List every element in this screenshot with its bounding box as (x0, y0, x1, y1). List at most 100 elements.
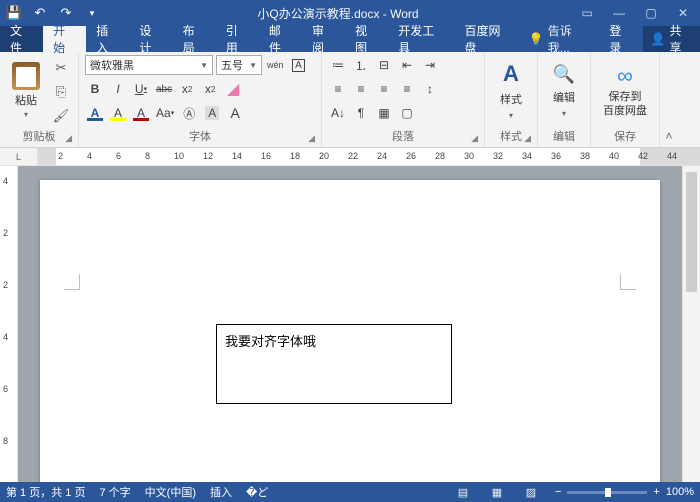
editing-text: 编辑 (553, 89, 575, 105)
tab-mailings[interactable]: 邮件 (259, 26, 302, 52)
char-border-button[interactable]: A (289, 55, 309, 75)
status-language[interactable]: 中文(中国) (145, 484, 196, 500)
dialog-launcher-icon[interactable]: ◢ (524, 133, 531, 144)
multilevel-button[interactable]: ⊟ (374, 55, 394, 75)
dialog-launcher-icon[interactable]: ◢ (308, 133, 315, 144)
status-word-count[interactable]: 7 个字 (99, 484, 130, 500)
share-button[interactable]: 👤共享 (643, 26, 700, 52)
tab-review[interactable]: 审阅 (302, 26, 345, 52)
status-mode[interactable]: 插入 (210, 484, 232, 500)
vertical-scrollbar[interactable] (682, 166, 700, 482)
justify-button[interactable]: ≡ (397, 79, 417, 99)
highlight-button[interactable]: A (108, 103, 128, 123)
change-case-button[interactable]: Aa▾ (154, 103, 176, 123)
tab-layout[interactable]: 布局 (173, 26, 216, 52)
ruler-tick: 14 (232, 151, 242, 161)
show-marks-button[interactable]: ¶ (351, 103, 371, 123)
font-size-combo[interactable]: 五号▼ (216, 55, 262, 75)
align-center-button[interactable]: ≡ (351, 79, 371, 99)
clear-format-button[interactable]: ◢ (223, 79, 243, 99)
underline-button[interactable]: U▾ (131, 79, 151, 99)
grow-font-button[interactable]: A (225, 103, 245, 123)
page[interactable]: 我要对齐字体哦 (40, 180, 660, 482)
font-color-button[interactable]: A (131, 103, 151, 123)
sort-button[interactable]: A↓ (328, 103, 348, 123)
save-to-baidu-button[interactable]: ∞ 保存到百度网盘 (597, 55, 653, 126)
dialog-launcher-icon[interactable]: ◢ (65, 133, 72, 144)
status-extra[interactable]: �ど (246, 484, 268, 500)
zoom-level[interactable]: 100% (666, 486, 694, 498)
tab-home[interactable]: 开始 (43, 26, 86, 52)
bulb-icon: 💡 (529, 32, 544, 46)
strikethrough-button[interactable]: abc (154, 79, 174, 99)
tab-design[interactable]: 设计 (129, 26, 172, 52)
line-spacing-button[interactable]: ↕ (420, 79, 440, 99)
margin-mark-top-left (64, 274, 80, 290)
horizontal-ruler[interactable]: L 24681012141618202224262830323436384042… (0, 148, 700, 166)
share-label: 共享 (670, 22, 692, 56)
superscript-button[interactable]: x2 (200, 79, 220, 99)
undo-button[interactable]: ↶ (30, 3, 50, 23)
minimize-button[interactable]: — (606, 3, 632, 23)
zoom-slider-thumb[interactable] (605, 488, 611, 497)
numbering-button[interactable]: ⒈ (351, 55, 371, 75)
tab-developer[interactable]: 开发工具 (388, 26, 454, 52)
cloud-icon: ∞ (617, 63, 633, 89)
collapse-ribbon-button[interactable]: ˄ (660, 52, 678, 147)
bold-button[interactable]: B (85, 79, 105, 99)
zoom-slider[interactable] (567, 491, 647, 494)
save-button[interactable]: 💾 (4, 3, 24, 23)
qat-more-button[interactable]: ▾ (82, 3, 102, 23)
view-print-button[interactable]: ▦ (487, 485, 507, 499)
ribbon-tabs: 文件 开始 插入 设计 布局 引用 邮件 审阅 视图 开发工具 百度网盘 💡告诉… (0, 26, 700, 52)
paste-button[interactable]: 粘贴 ▾ (6, 62, 46, 119)
zoom-out-button[interactable]: − (555, 486, 561, 498)
group-clipboard: 粘贴 ▾ ✂ ⎘ 🖌 剪贴板◢ (0, 52, 79, 147)
tab-references[interactable]: 引用 (216, 26, 259, 52)
tab-baidu[interactable]: 百度网盘 (455, 26, 521, 52)
cut-button[interactable]: ✂ (50, 58, 72, 78)
find-button[interactable]: 🔍 编辑 ▾ (544, 55, 584, 126)
redo-button[interactable]: ↷ (56, 3, 76, 23)
borders-button[interactable]: ▢ (397, 103, 417, 123)
styles-button[interactable]: A 样式 ▾ (491, 55, 531, 126)
tab-insert[interactable]: 插入 (86, 26, 129, 52)
text-effects-button[interactable]: A (85, 103, 105, 123)
ruler-tick: 4 (87, 151, 92, 161)
shading-button[interactable]: ▦ (374, 103, 394, 123)
decrease-indent-button[interactable]: ⇤ (397, 55, 417, 75)
text-box[interactable]: 我要对齐字体哦 (216, 324, 452, 404)
quick-access-toolbar: 💾 ↶ ↷ ▾ (4, 3, 102, 23)
copy-button[interactable]: ⎘ (50, 82, 72, 102)
align-left-button[interactable]: ≡ (328, 79, 348, 99)
status-page[interactable]: 第 1 页，共 1 页 (6, 484, 85, 500)
vertical-ruler[interactable]: 422468 (0, 166, 18, 482)
font-name-combo[interactable]: 微软雅黑▼ (85, 55, 213, 75)
char-shading-button[interactable]: A (202, 103, 222, 123)
tell-me[interactable]: 💡告诉我... (521, 26, 600, 52)
bullets-button[interactable]: ≔ (328, 55, 348, 75)
increase-indent-button[interactable]: ⇥ (420, 55, 440, 75)
italic-button[interactable]: I (108, 79, 128, 99)
subscript-button[interactable]: x2 (177, 79, 197, 99)
clipboard-icon (12, 62, 40, 90)
format-painter-button[interactable]: 🖌 (50, 106, 72, 126)
maximize-button[interactable]: ▢ (638, 3, 664, 23)
login-button[interactable]: 登录 (599, 26, 642, 52)
close-button[interactable]: ✕ (670, 3, 696, 23)
ruler-corner[interactable]: L (0, 148, 38, 165)
ribbon-options-button[interactable]: ▭ (574, 3, 600, 23)
dialog-launcher-icon[interactable]: ◢ (471, 133, 478, 144)
tab-file[interactable]: 文件 (0, 26, 43, 52)
document-canvas[interactable]: 我要对齐字体哦 (18, 166, 682, 482)
view-read-button[interactable]: ▤ (453, 485, 473, 499)
scrollbar-thumb[interactable] (686, 172, 697, 292)
view-web-button[interactable]: ▨ (521, 485, 541, 499)
phonetic-guide-button[interactable]: wén (265, 55, 286, 75)
baidu-line1: 保存到 (609, 91, 642, 103)
enclosed-char-button[interactable]: Ⓐ (179, 103, 199, 123)
zoom-in-button[interactable]: + (653, 486, 659, 498)
align-right-button[interactable]: ≡ (374, 79, 394, 99)
vruler-tick: 6 (3, 384, 8, 394)
tab-view[interactable]: 视图 (345, 26, 388, 52)
